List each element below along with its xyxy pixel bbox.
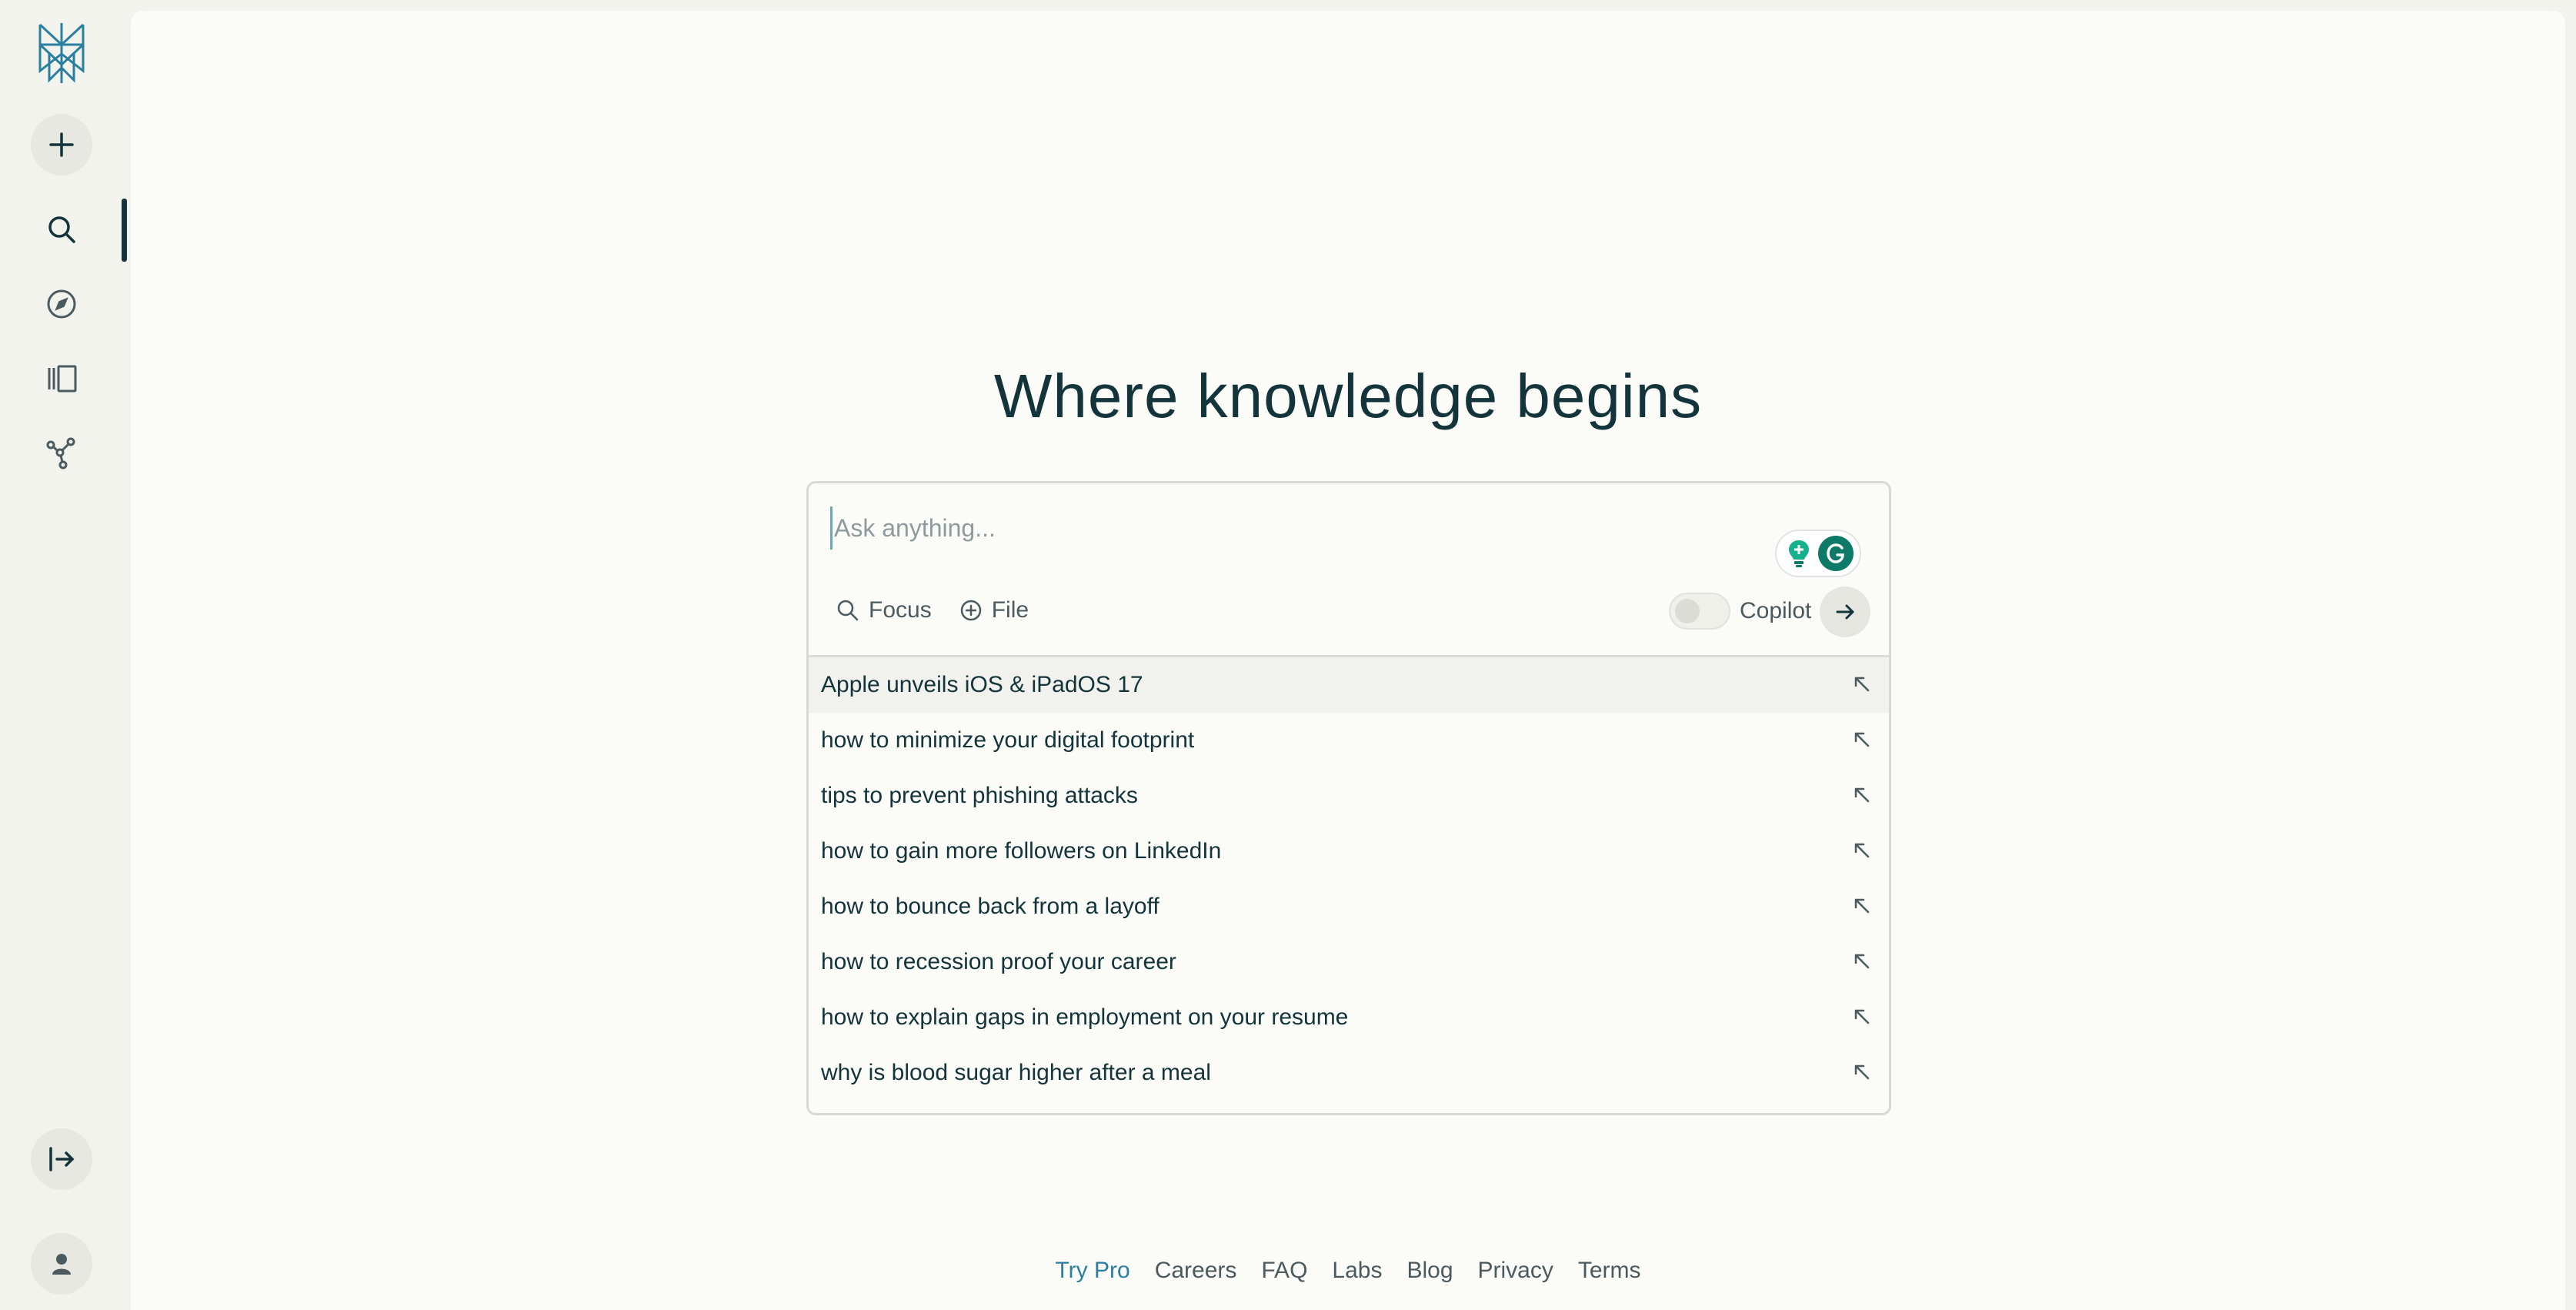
search-box: Focus File Copilot (806, 481, 1891, 1115)
suggestion-text: why is blood sugar higher after a meal (821, 1060, 1211, 1085)
library-icon (48, 365, 77, 393)
user-icon (52, 1254, 71, 1275)
arrow-up-left-icon (1854, 1009, 1870, 1024)
suggestion-list: Apple unveils iOS & iPadOS 17 how to min… (809, 657, 1889, 1101)
suggestion-text: how to explain gaps in employment on you… (821, 1004, 1349, 1030)
suggestion-text: how to gain more followers on LinkedIn (821, 838, 1222, 864)
arrow-up-left-icon (1854, 787, 1870, 803)
arrow-up-left-icon (1854, 732, 1870, 747)
suggestion-text: tips to prevent phishing attacks (821, 783, 1138, 808)
active-indicator (122, 199, 127, 262)
footer-link-blog[interactable]: Blog (1406, 1258, 1453, 1284)
account-button[interactable] (31, 1233, 92, 1295)
expand-sidebar-icon (49, 1147, 75, 1171)
arrow-up-left-icon (1854, 1064, 1870, 1080)
footer-link-try-pro[interactable]: Try Pro (1055, 1258, 1130, 1284)
sidebar-item-library[interactable] (31, 348, 92, 409)
search-toolbar: Focus File (835, 597, 1029, 623)
footer-links: Try Pro Careers FAQ Labs Blog Privacy Te… (131, 1258, 2565, 1284)
grammarly-icon (1818, 536, 1854, 571)
focus-label: Focus (869, 597, 932, 623)
page-title: Where knowledge begins (993, 362, 1703, 430)
footer-link-faq[interactable]: FAQ (1261, 1258, 1307, 1284)
suggestion-item[interactable]: how to bounce back from a layoff (809, 879, 1889, 934)
copilot-control: Copilot (1669, 593, 1811, 630)
add-circle-icon (960, 600, 981, 621)
main-panel: Where knowledge begins Ask anything... F… (131, 11, 2565, 1310)
compass-icon (47, 289, 76, 319)
suggestion-item[interactable]: how to explain gaps in employment on you… (809, 990, 1889, 1045)
footer-link-labs[interactable]: Labs (1332, 1258, 1382, 1284)
search-icon (837, 600, 859, 621)
search-input[interactable] (830, 506, 1677, 550)
arrow-up-left-icon (1854, 954, 1870, 969)
submit-button[interactable] (1820, 586, 1870, 637)
suggestion-item[interactable]: how to gain more followers on LinkedIn (809, 824, 1889, 879)
share-icon (46, 437, 75, 470)
sidebar-item-share[interactable] (31, 422, 92, 483)
search-input-area: Focus File Copilot (809, 483, 1889, 657)
arrow-up-left-icon (1854, 898, 1870, 914)
perplexity-logo-icon[interactable] (34, 20, 89, 86)
suggestion-item[interactable]: how to recession proof your career (809, 934, 1889, 990)
sidebar (0, 0, 131, 1310)
copilot-label: Copilot (1740, 598, 1812, 623)
file-label: File (991, 597, 1029, 623)
suggestion-item[interactable]: Apple unveils iOS & iPadOS 17 (809, 657, 1889, 713)
suggestion-item[interactable]: how to minimize your digital footprint (809, 713, 1889, 768)
lightbulb-icon (1789, 540, 1809, 567)
suggestion-text: how to minimize your digital footprint (821, 727, 1195, 753)
sidebar-item-discover[interactable] (31, 273, 92, 335)
arrow-up-left-icon (1854, 843, 1870, 858)
expand-sidebar-button[interactable] (31, 1128, 92, 1190)
plus-icon (49, 132, 74, 157)
suggestion-item[interactable]: tips to prevent phishing attacks (809, 768, 1889, 824)
footer-link-terms[interactable]: Terms (1578, 1258, 1641, 1284)
arrow-right-icon (1836, 604, 1854, 620)
suggestion-text: how to bounce back from a layoff (821, 894, 1160, 919)
new-thread-button[interactable] (31, 114, 92, 175)
sidebar-item-home[interactable] (31, 199, 92, 260)
footer-link-privacy[interactable]: Privacy (1478, 1258, 1553, 1284)
arrow-up-left-icon (1854, 677, 1870, 692)
search-icon (48, 216, 75, 243)
focus-button[interactable]: Focus (835, 597, 932, 623)
app-root: Where knowledge begins Ask anything... F… (0, 0, 2576, 1310)
toggle-knob (1675, 599, 1700, 623)
suggestion-text: how to recession proof your career (821, 949, 1176, 974)
suggestion-text: Apple unveils iOS & iPadOS 17 (821, 672, 1143, 697)
extension-pill[interactable] (1775, 530, 1861, 577)
file-button[interactable]: File (958, 597, 1029, 623)
footer-link-careers[interactable]: Careers (1155, 1258, 1237, 1284)
suggestion-item[interactable]: why is blood sugar higher after a meal (809, 1045, 1889, 1101)
copilot-toggle[interactable] (1669, 593, 1730, 630)
